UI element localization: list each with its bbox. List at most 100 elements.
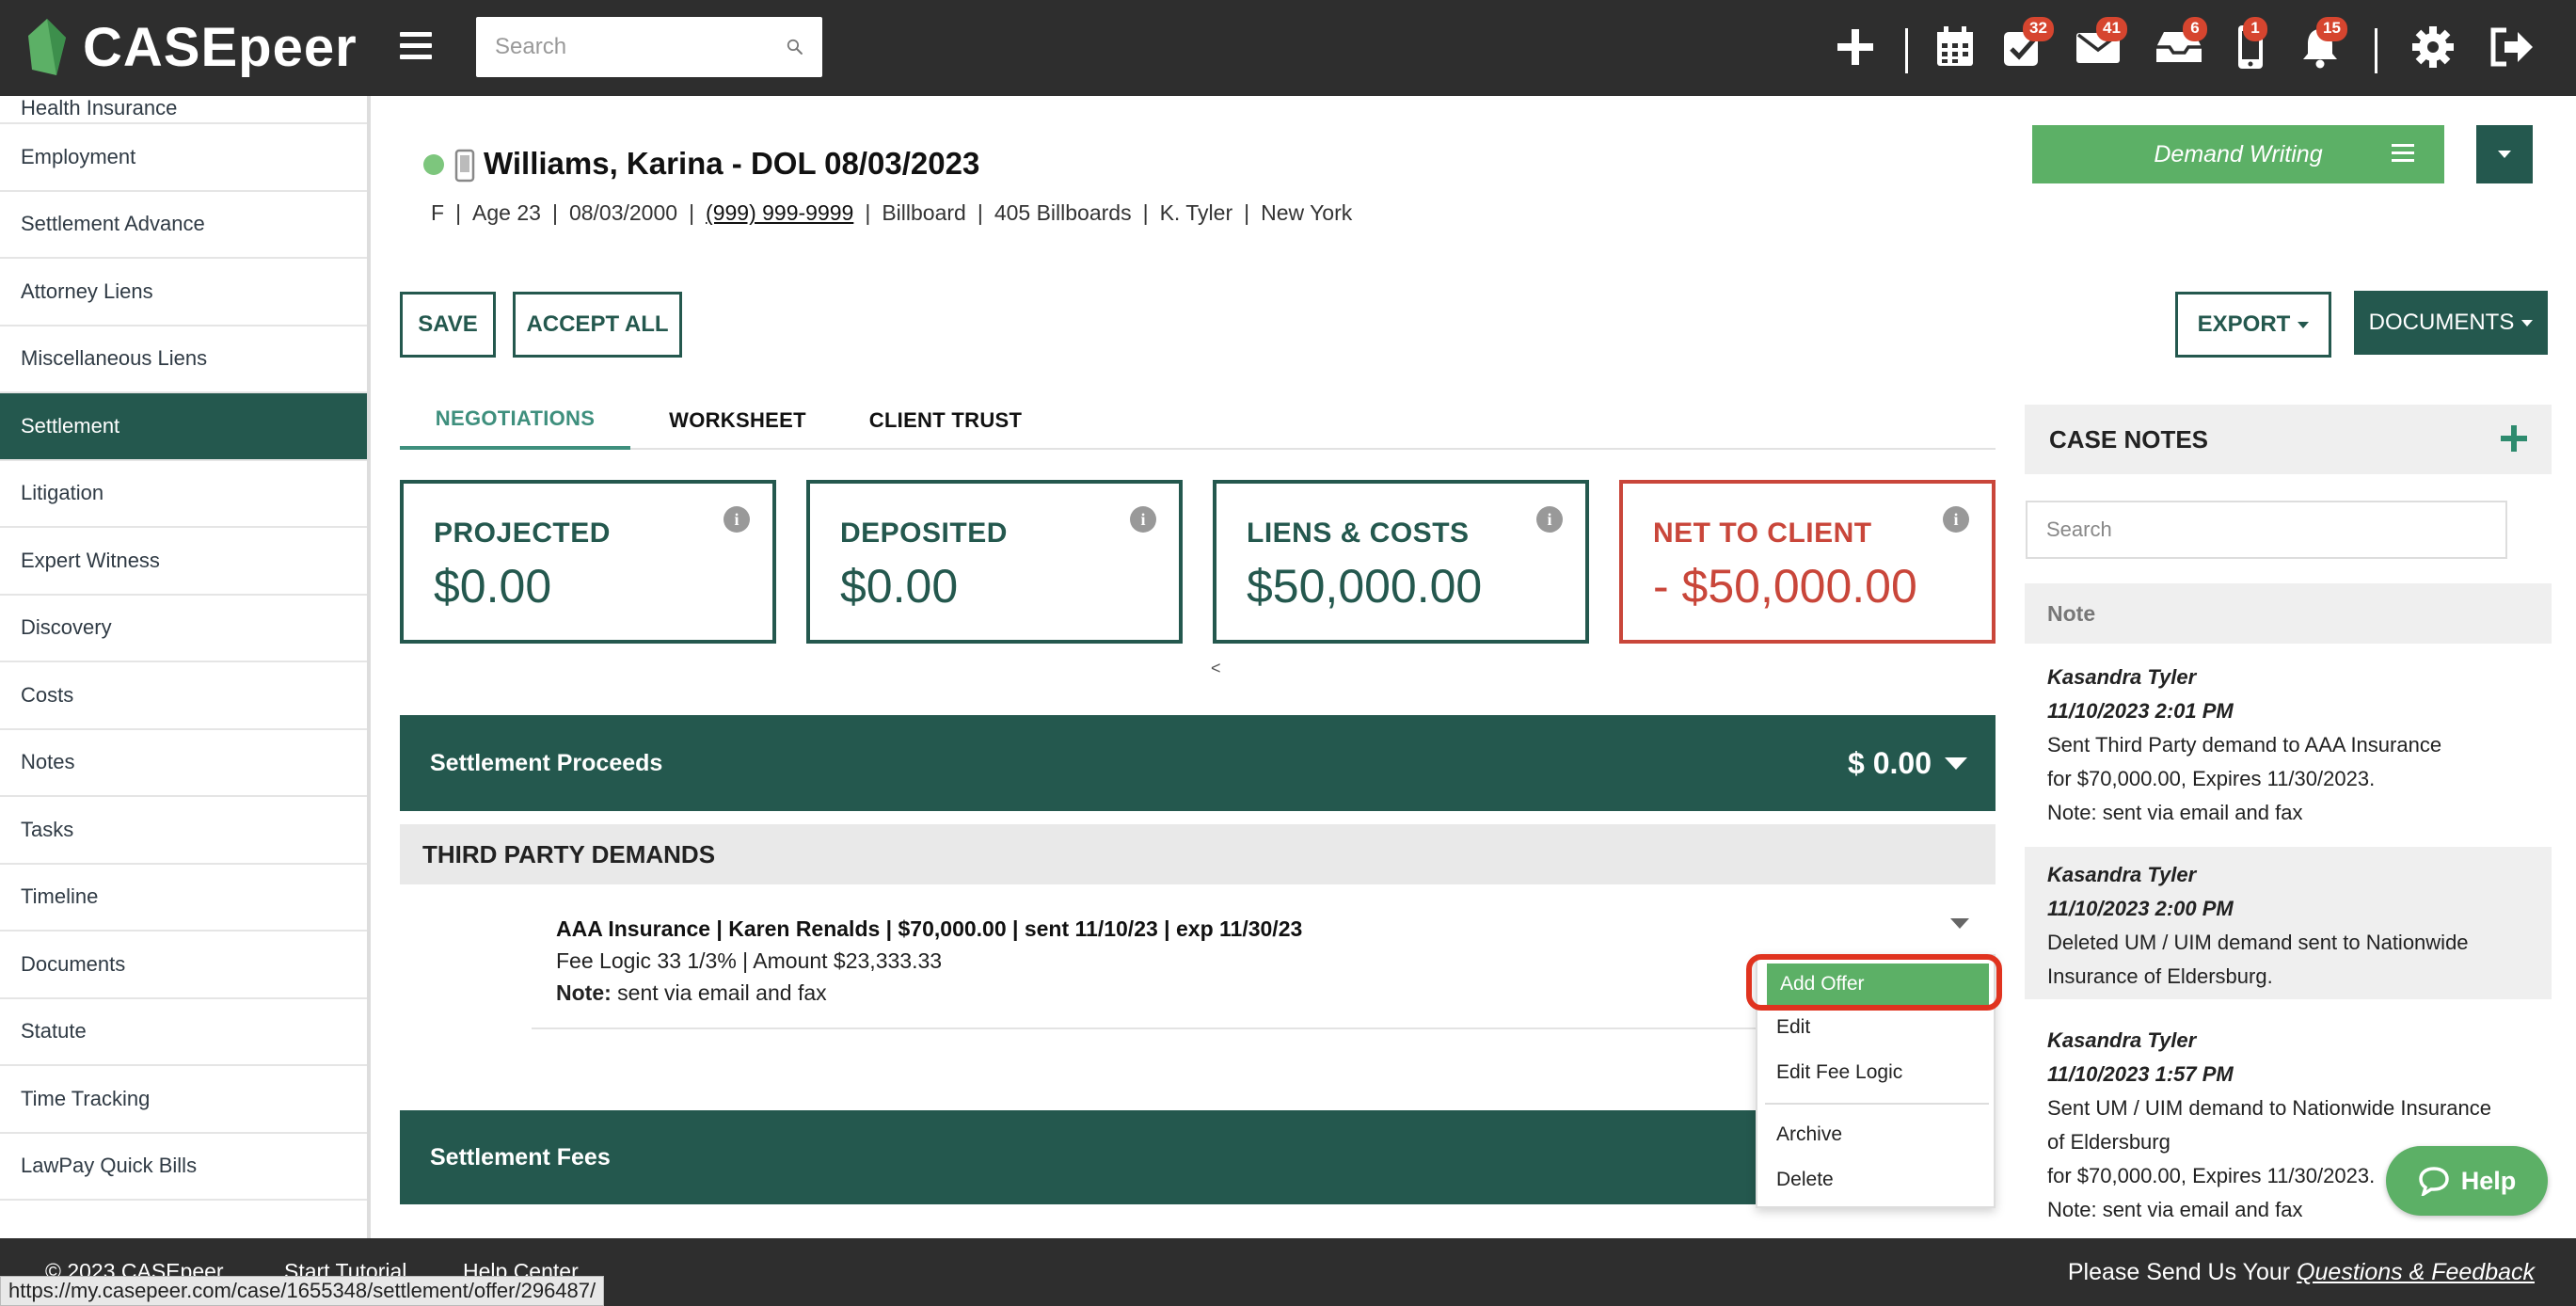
logout-icon[interactable] (2484, 19, 2540, 75)
tasks-icon[interactable]: 32 (1995, 17, 2054, 75)
notifications-badge: 15 (2316, 17, 2347, 41)
note-line: Deleted UM / UIM demand sent to Nationwi… (2047, 931, 2469, 954)
tab-client-trust[interactable]: CLIENT TRUST (851, 391, 1040, 450)
sidebar-item-discovery[interactable]: Discovery (0, 596, 367, 662)
delete-menu-item[interactable]: Delete (1757, 1159, 1994, 1201)
demand-note-text: sent via email and fax (617, 980, 827, 1005)
tab-worksheet[interactable]: WORKSHEET (644, 391, 831, 450)
info-icon[interactable]: i (1130, 506, 1156, 533)
chevron-down-icon[interactable] (1945, 757, 1967, 770)
global-search[interactable] (476, 17, 822, 77)
tasks-badge: 32 (2023, 17, 2054, 41)
settlement-fees-label: Settlement Fees (430, 1143, 611, 1171)
referral-source-detail: 405 Billboards (994, 200, 1132, 225)
sidebar-item-time-tracking[interactable]: Time Tracking (0, 1066, 367, 1134)
toolbar-divider (2375, 28, 2377, 73)
cards-scroll-left[interactable]: < (1211, 659, 1221, 678)
archive-menu-item[interactable]: Archive (1757, 1114, 1994, 1155)
edit-fee-logic-menu-item[interactable]: Edit Fee Logic (1757, 1052, 1994, 1093)
mail-icon[interactable]: 41 (2070, 17, 2127, 75)
sidebar-item-attorney-liens[interactable]: Attorney Liens (0, 259, 367, 326)
settlement-proceeds-label: Settlement Proceeds (430, 749, 663, 776)
edit-menu-item[interactable]: Edit (1757, 1007, 1994, 1048)
sidebar-item-documents[interactable]: Documents (0, 932, 367, 999)
info-icon[interactable]: i (724, 506, 750, 533)
search-icon[interactable] (787, 35, 803, 59)
phone-icon[interactable]: 1 (2222, 17, 2279, 75)
case-note: Kasandra Tyler 11/10/2023 2:01 PM Sent T… (2025, 659, 2552, 834)
note-line: Insurance of Eldersburg. (2047, 964, 2273, 988)
note-line: Sent UM / UIM demand to Nationwide Insur… (2047, 1096, 2492, 1120)
case-stage-label: Demand Writing (2154, 140, 2323, 167)
top-navbar: CASEpeer 32 41 6 (0, 0, 2576, 96)
save-button[interactable]: SAVE (400, 292, 496, 358)
inbox-badge: 6 (2183, 17, 2207, 41)
export-button[interactable]: EXPORT (2175, 292, 2331, 358)
sidebar-item-expert-witness[interactable]: Expert Witness (0, 528, 367, 596)
sidebar-item-lawpay-quick-bills[interactable]: LawPay Quick Bills (0, 1134, 367, 1201)
sidebar-item-litigation[interactable]: Litigation (0, 461, 367, 528)
add-note-icon[interactable] (2495, 420, 2533, 457)
info-icon[interactable]: i (1536, 506, 1563, 533)
note-line: Note: sent via email and fax (2047, 801, 2303, 824)
sidebar-item-settlement-advance[interactable]: Settlement Advance (0, 192, 367, 259)
bell-icon[interactable]: 15 (2292, 17, 2348, 75)
sidebar-item-statute[interactable]: Statute (0, 999, 367, 1066)
liens-costs-label: LIENS & COSTS (1247, 518, 1470, 549)
feedback-text: Please Send Us Your Questions & Feedback (2068, 1259, 2535, 1286)
client-dob: 08/03/2000 (568, 200, 678, 225)
sidebar-item-timeline[interactable]: Timeline (0, 865, 367, 932)
feedback-link[interactable]: Questions & Feedback (2297, 1259, 2535, 1285)
deposited-card: DEPOSITED $0.00 i (806, 480, 1183, 644)
info-icon[interactable]: i (1943, 506, 1969, 533)
third-party-demands-heading: THIRD PARTY DEMANDS (400, 824, 1996, 884)
case-meta: F | Age 23 | 08/03/2000 | (999) 999-9999 | B… (431, 200, 1353, 226)
help-button[interactable]: Help (2386, 1146, 2548, 1216)
note-line: for $70,000.00, Expires 11/30/2023. (2047, 767, 2376, 790)
casepeer-logo[interactable]: CASEpeer (24, 13, 358, 81)
net-to-client-card: NET TO CLIENT - $50,000.00 i (1619, 480, 1996, 644)
sidebar-item-employment[interactable]: Employment (0, 124, 367, 192)
gear-icon[interactable] (2405, 19, 2461, 75)
accept-all-button[interactable]: ACCEPT ALL (513, 292, 682, 358)
app-name: CASEpeer (83, 16, 358, 78)
inbox-icon[interactable]: 6 (2151, 17, 2207, 75)
toolbar-divider (1905, 28, 1908, 73)
help-label: Help (2460, 1166, 2517, 1195)
projected-card: PROJECTED $0.00 i (400, 480, 776, 644)
case-title: Williams, Karina - DOL 08/03/2023 (484, 146, 980, 181)
client-phone-link[interactable]: (999) 999-9999 (706, 200, 853, 226)
global-search-input[interactable] (495, 34, 787, 60)
demand-note-label: Note: (556, 980, 612, 1005)
settlement-proceeds-bar[interactable]: Settlement Proceeds $ 0.00 (400, 715, 1996, 811)
demand-fee-logic: Fee Logic 33 1/3% | Amount $23,333.33 (556, 948, 943, 973)
sidebar-item-miscellaneous-liens[interactable]: Miscellaneous Liens (0, 326, 367, 393)
case-stage-button[interactable]: Demand Writing (2032, 125, 2444, 183)
sidebar-item-costs[interactable]: Costs (0, 662, 367, 730)
caret-down-icon (2521, 319, 2534, 326)
documents-button[interactable]: DOCUMENTS (2354, 291, 2548, 355)
case-notes-search-input[interactable] (2026, 501, 2507, 559)
mobile-icon (454, 149, 475, 183)
main-menu-button[interactable] (400, 32, 432, 60)
plus-icon[interactable] (1827, 19, 1884, 75)
tab-negotiations[interactable]: NEGOTIATIONS (400, 391, 630, 450)
note-timestamp: 11/10/2023 2:01 PM (2047, 699, 2234, 723)
sidebar-item-notes[interactable]: Notes (0, 730, 367, 797)
status-dot (423, 154, 444, 175)
case-sidebar: Health Insurance Employment Settlement A… (0, 96, 371, 1238)
sidebar-item-health-insurance[interactable]: Health Insurance (0, 96, 367, 124)
demand-summary: AAA Insurance | Karen Renalds | $70,000.… (556, 916, 1303, 941)
sidebar-item-tasks[interactable]: Tasks (0, 797, 367, 865)
calendar-icon[interactable] (1927, 19, 1983, 75)
deposited-value: $0.00 (840, 560, 959, 613)
chevron-down-icon (2498, 151, 2511, 158)
case-notes-header: CASE NOTES (2025, 405, 2552, 474)
case-stage-dropdown-toggle[interactable] (2476, 125, 2533, 183)
demand-actions-toggle[interactable] (1950, 918, 1969, 929)
status-bar-url: https://my.casepeer.com/case/1655348/set… (0, 1276, 605, 1306)
net-to-client-value: - $50,000.00 (1653, 560, 1917, 613)
sidebar-item-settlement[interactable]: Settlement (0, 393, 367, 461)
note-author: Kasandra Tyler (2047, 665, 2197, 689)
case-notes-column-header: Note (2025, 583, 2552, 644)
